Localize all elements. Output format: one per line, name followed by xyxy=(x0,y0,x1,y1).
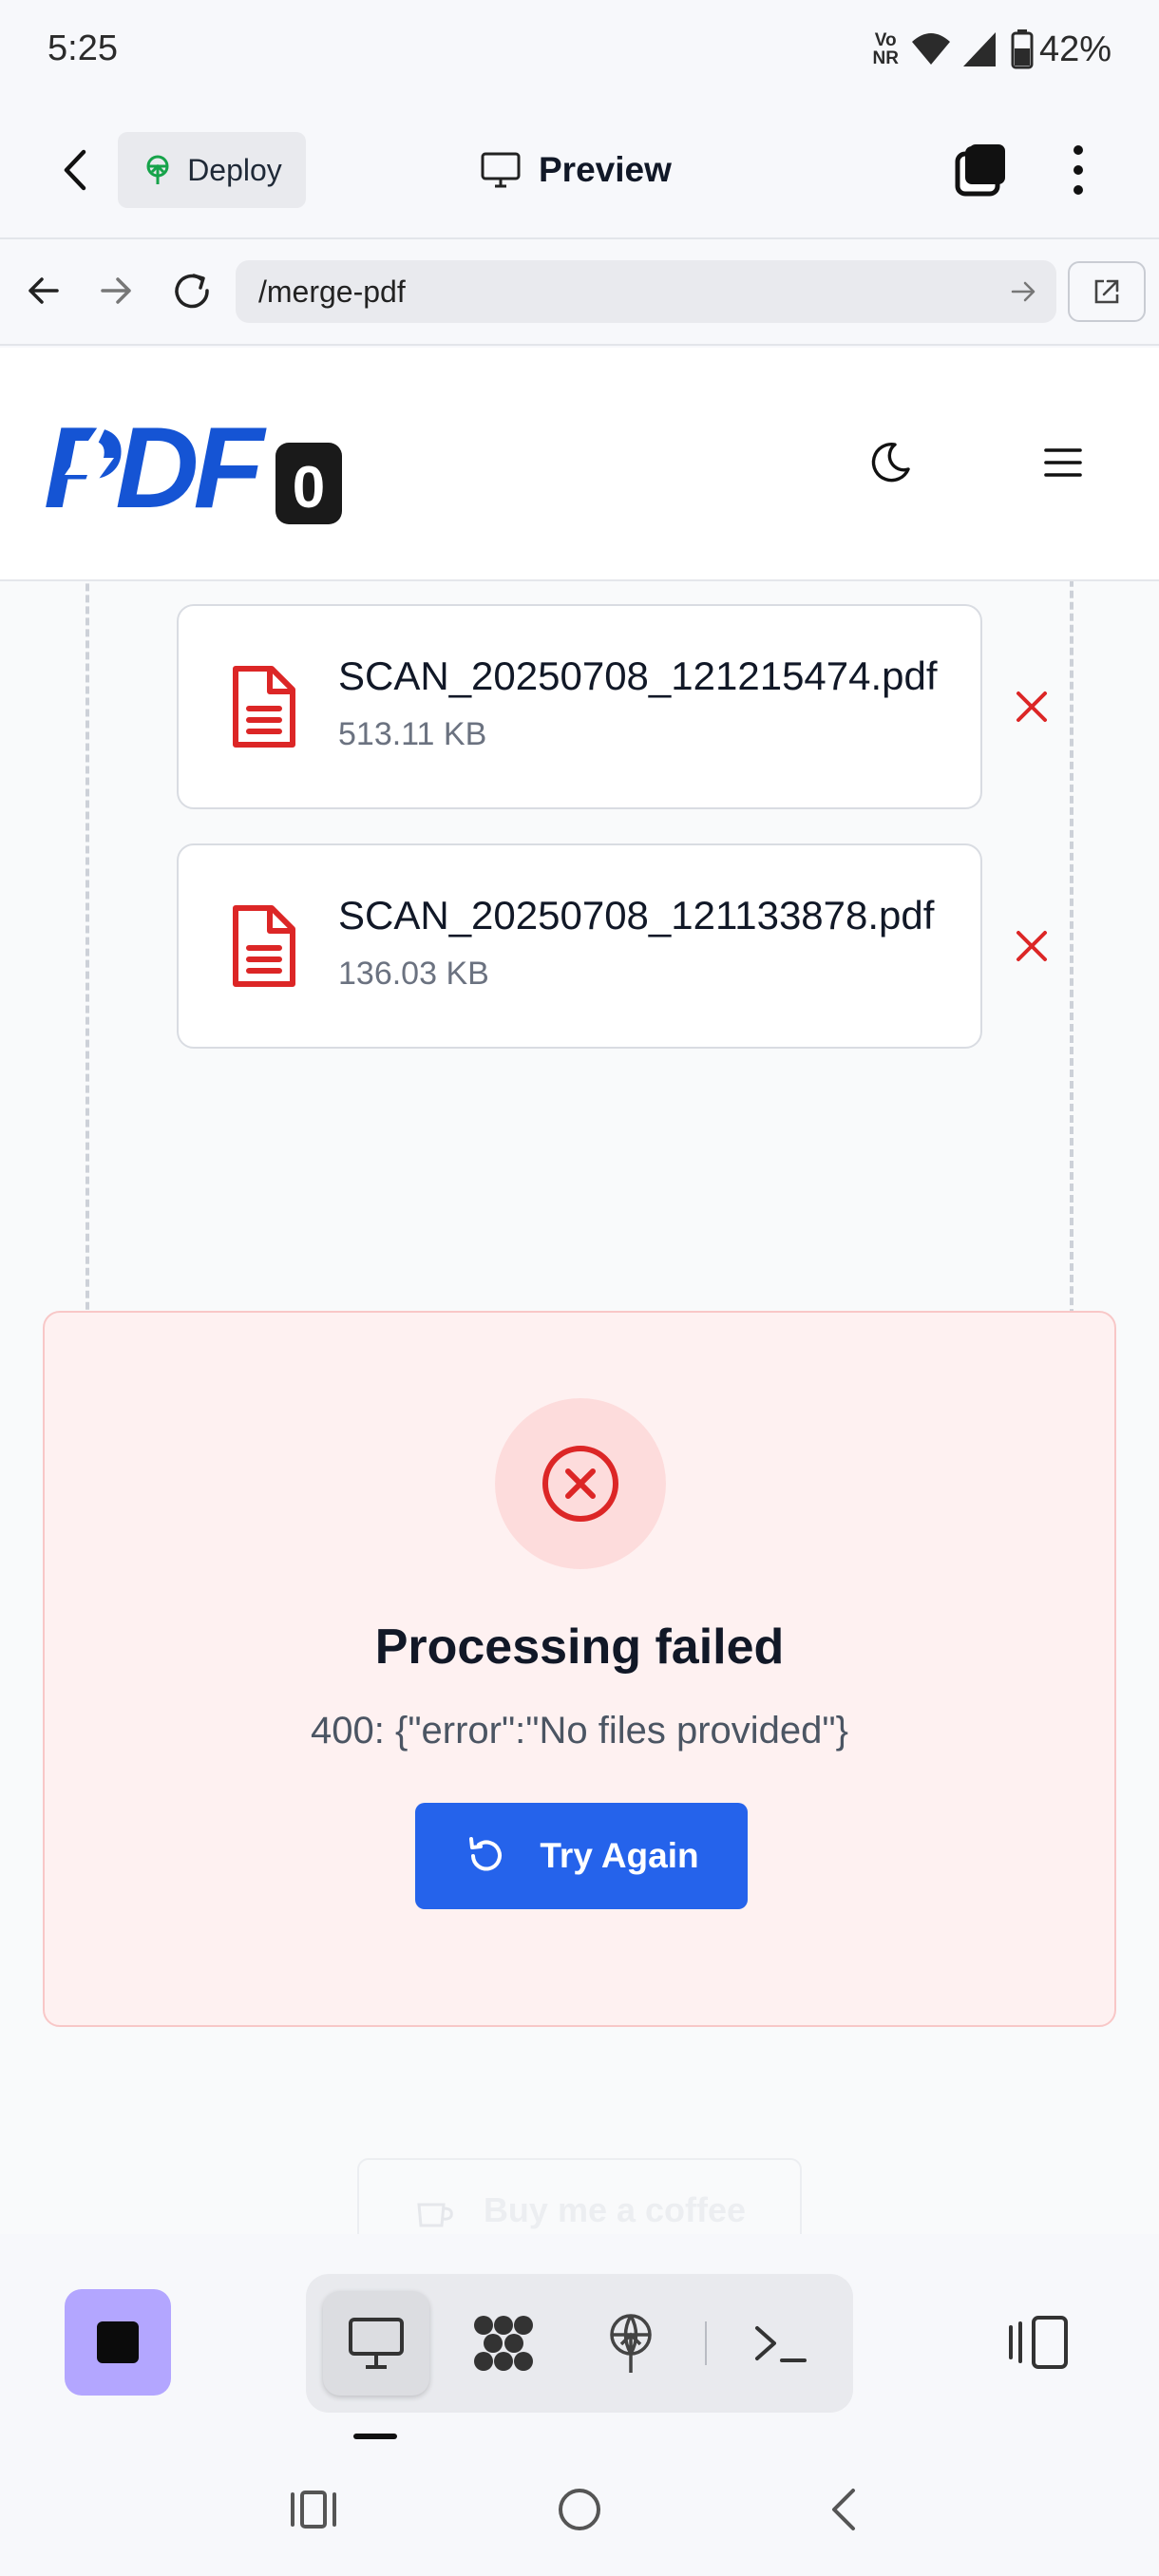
deploy-view-tab[interactable] xyxy=(578,2291,684,2396)
error-title: Processing failed xyxy=(374,1619,785,1675)
deploy-icon xyxy=(142,154,174,186)
more-options-button[interactable] xyxy=(1064,142,1092,198)
reload-button[interactable] xyxy=(171,270,215,313)
file-name: SCAN_20250708_121133878.pdf xyxy=(338,893,935,938)
pdf-file-icon xyxy=(228,904,298,988)
bottom-toolbar xyxy=(0,2234,1159,2454)
home-button[interactable] xyxy=(557,2487,602,2532)
segment-divider xyxy=(705,2321,707,2365)
error-icon-badge xyxy=(495,1398,666,1569)
stop-button[interactable] xyxy=(65,2289,171,2396)
deploy-button[interactable]: Deploy xyxy=(118,132,306,208)
error-panel: Processing failed 400: {"error":"No file… xyxy=(43,1311,1116,2027)
error-circle-x-icon xyxy=(540,1443,621,1525)
workflow-view-tab[interactable] xyxy=(450,2291,557,2396)
file-size: 513.11 KB xyxy=(338,716,487,752)
pdf-file-icon xyxy=(228,665,298,748)
volte-icon: Vo NR xyxy=(872,30,899,68)
file-name: SCAN_20250708_121215474.pdf xyxy=(338,653,938,698)
remove-file-button[interactable] xyxy=(1011,686,1053,728)
recent-apps-button[interactable] xyxy=(289,2489,338,2530)
stop-square-icon xyxy=(97,2321,139,2363)
coffee-cup-icon xyxy=(413,2189,455,2231)
site-header: PDF 0 xyxy=(0,348,1159,581)
site-logo[interactable]: PDF 0 xyxy=(44,412,344,538)
nav-forward-button[interactable] xyxy=(97,272,135,310)
try-again-button[interactable]: Try Again xyxy=(415,1803,748,1909)
file-card: SCAN_20250708_121133878.pdf 136.03 KB xyxy=(177,843,982,1049)
preview-label: Preview xyxy=(539,150,672,189)
battery-percent: 42% xyxy=(1038,28,1112,69)
system-back-button[interactable] xyxy=(825,2487,863,2532)
active-tab-indicator xyxy=(353,2434,397,2439)
svg-text:0: 0 xyxy=(293,455,325,521)
device-toggle-button[interactable] xyxy=(1007,2316,1072,2369)
status-icons: Vo NR 42% xyxy=(872,23,1159,76)
file-size: 136.03 KB xyxy=(338,956,489,992)
retry-icon xyxy=(464,1835,505,1877)
monitor-icon xyxy=(347,2316,406,2371)
monitor-icon xyxy=(480,151,522,189)
url-row: /merge-pdf xyxy=(0,239,1159,346)
signal-icon xyxy=(961,30,998,68)
go-arrow-icon[interactable] xyxy=(1011,279,1037,304)
deploy-label: Deploy xyxy=(187,152,282,187)
back-button[interactable] xyxy=(55,146,97,194)
open-external-button[interactable] xyxy=(1068,261,1146,322)
nodes-icon xyxy=(470,2314,537,2373)
nav-back-button[interactable] xyxy=(25,272,63,310)
buy-coffee-label: Buy me a coffee xyxy=(483,2190,747,2229)
terminal-icon xyxy=(753,2322,808,2364)
preview-view-tab[interactable] xyxy=(323,2291,429,2396)
battery-icon xyxy=(1011,29,1034,69)
deploy-icon xyxy=(601,2312,660,2375)
status-time: 5:25 xyxy=(48,28,118,68)
buy-coffee-button[interactable]: Buy me a coffee xyxy=(357,2158,802,2234)
app-header: Deploy Preview xyxy=(0,99,1159,239)
view-switcher xyxy=(306,2274,853,2413)
hamburger-menu-button[interactable] xyxy=(1043,446,1083,479)
webview: PDF 0 SCAN_20250708_121215474.pdf 513.11… xyxy=(0,348,1159,2234)
preview-selector[interactable]: Preview xyxy=(480,137,672,203)
url-input[interactable]: /merge-pdf xyxy=(236,260,1056,323)
console-view-tab[interactable] xyxy=(728,2291,834,2396)
tabs-button[interactable] xyxy=(954,141,1009,198)
system-navigation-bar xyxy=(0,2454,1159,2576)
file-card: SCAN_20250708_121215474.pdf 513.11 KB xyxy=(177,604,982,809)
try-again-label: Try Again xyxy=(540,1836,699,1875)
status-bar: 5:25 Vo NR 42% xyxy=(0,0,1159,99)
wifi-icon xyxy=(910,30,952,68)
remove-file-button[interactable] xyxy=(1011,925,1053,967)
dark-mode-toggle[interactable] xyxy=(866,439,914,486)
error-message: 400: {"error":"No files provided"} xyxy=(311,1710,848,1752)
url-text: /merge-pdf xyxy=(258,274,406,309)
